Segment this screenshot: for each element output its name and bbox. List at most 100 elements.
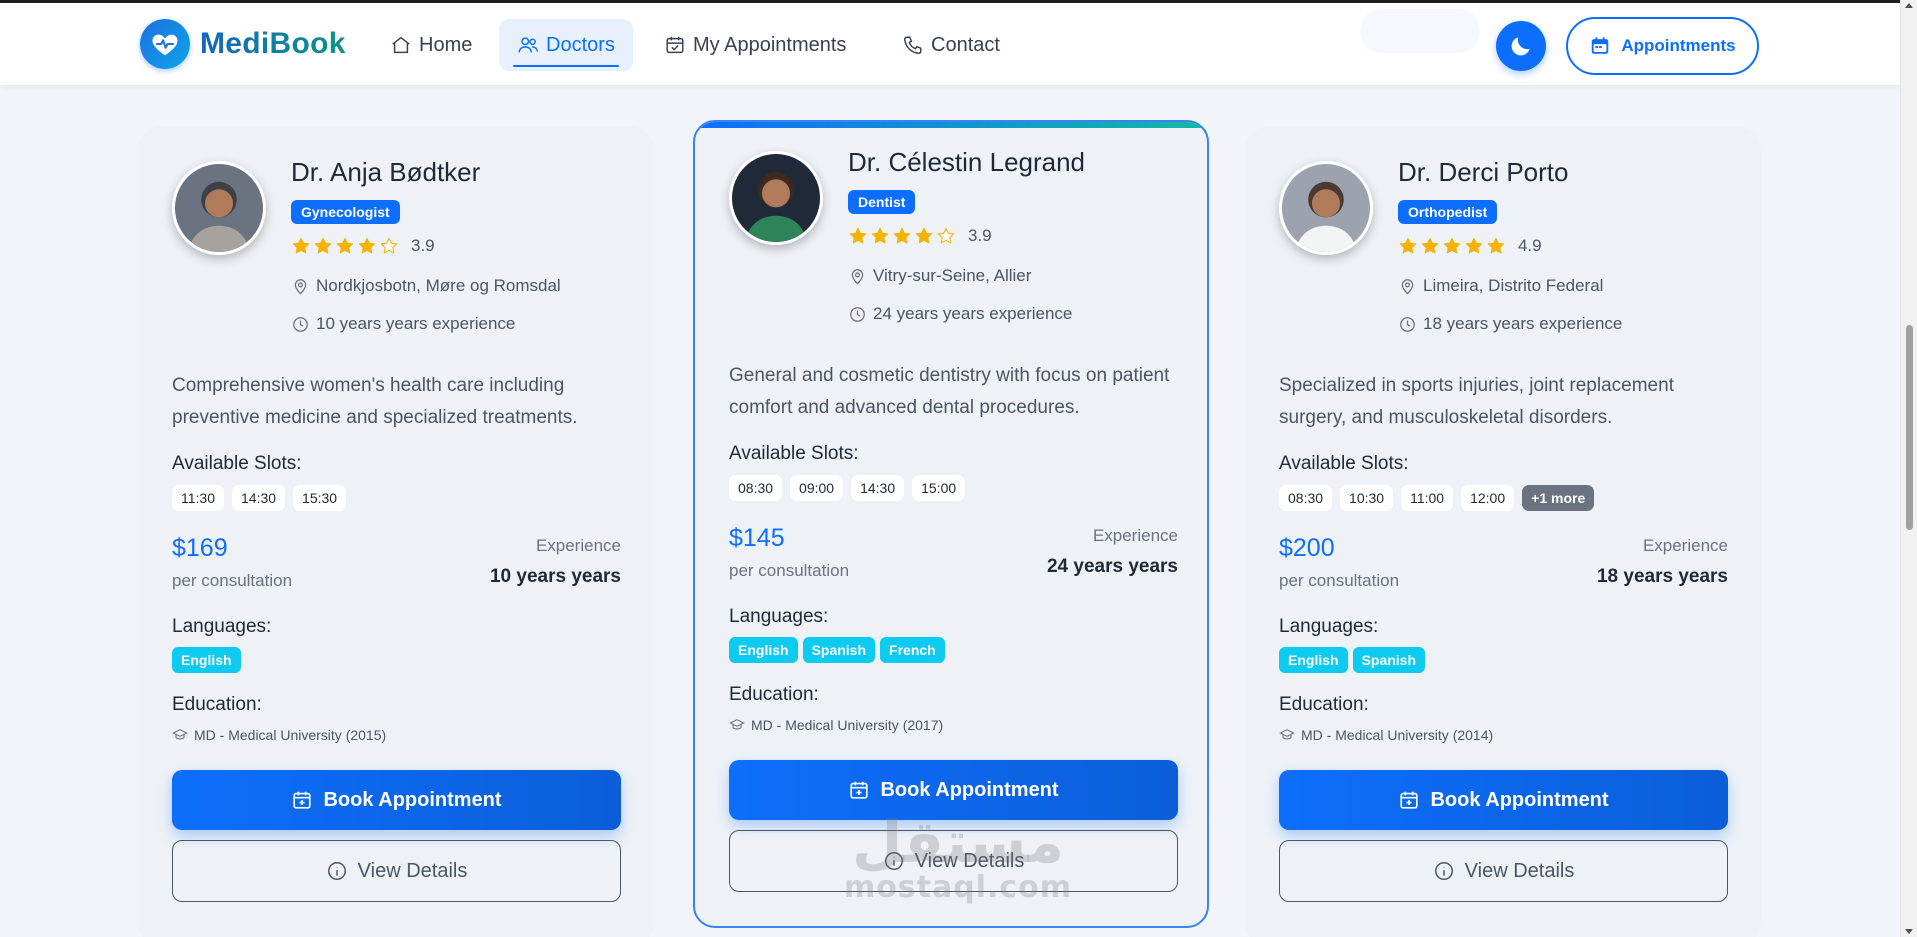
education-label: Education: (729, 684, 819, 705)
experience-value: 18 years years (1596, 566, 1728, 587)
nav-home-label: Home (419, 33, 473, 56)
doctor-name: Dr. Anja Bødtker (291, 157, 481, 187)
brand-name: MediBook (200, 27, 346, 60)
slot-list: 11:30 14:30 15:30 (172, 485, 347, 511)
language-badge: English (172, 647, 241, 673)
consultation-price: $169 (172, 534, 228, 562)
language-badge: English (729, 637, 798, 663)
star-icon (1487, 237, 1505, 254)
watermark-arabic: مستقل (851, 808, 1065, 876)
time-slot[interactable]: 12:00 (1461, 485, 1515, 511)
specialty-badge: Dentist (848, 190, 916, 214)
time-slot[interactable]: 11:30 (172, 485, 224, 511)
doctor-card: Dr. Anja Bødtker Gynecologist 3.9 Nordkj… (138, 126, 654, 937)
experience-line: 24 years years experience (848, 304, 1072, 324)
available-slots-label: Available Slots: (1279, 453, 1409, 474)
rating: 3.9 (291, 236, 435, 256)
calendar-plus-icon (850, 781, 869, 799)
star-icon (292, 237, 310, 254)
calendar-plus-icon (1400, 791, 1419, 809)
star-icon (1465, 237, 1483, 254)
more-slots-badge[interactable]: +1 more (1522, 485, 1595, 511)
star-icon (849, 227, 867, 244)
time-slot[interactable]: 14:30 (232, 485, 286, 511)
nav-contact[interactable]: Contact (884, 19, 1018, 71)
nav-home[interactable]: Home (372, 19, 490, 71)
heart-logo-icon (140, 19, 190, 69)
view-details-button[interactable]: View Details (172, 840, 621, 902)
map-pin-icon (1401, 278, 1414, 295)
nav-doctors[interactable]: Doctors (499, 19, 633, 71)
available-slots-label: Available Slots: (172, 453, 302, 474)
view-details-label: View Details (1464, 859, 1575, 882)
experience-line-text: 18 years years experience (1423, 314, 1623, 333)
nav-my-appointments[interactable]: My Appointments (646, 19, 864, 71)
education-label: Education: (1279, 694, 1369, 715)
time-slot[interactable]: 15:30 (293, 485, 347, 511)
language-badge: Spanish (802, 637, 876, 663)
specialty-badge: Gynecologist (291, 200, 400, 224)
page-scrollbar[interactable] (1900, 0, 1917, 937)
scroll-up-arrow-icon[interactable] (1905, 3, 1913, 8)
language-list: English Spanish French (729, 637, 945, 663)
slot-list: 08:30 10:30 11:00 12:00 +1 more (1279, 485, 1595, 511)
experience-label: Experience (535, 536, 621, 555)
time-slot[interactable]: 11:00 (1401, 485, 1454, 511)
consultation-price: $145 (729, 524, 785, 552)
scrollbar-thumb[interactable] (1906, 325, 1913, 530)
moon-icon (1511, 37, 1530, 56)
clock-icon (1400, 316, 1415, 332)
experience-line: 10 years years experience (291, 314, 515, 334)
doctor-name: Dr. Célestin Legrand (848, 147, 1086, 177)
star-icon (871, 227, 889, 244)
doctor-description: Specialized in sports injuries, joint re… (1279, 375, 1674, 428)
calendar-plus-icon (293, 791, 312, 809)
languages-label: Languages: (729, 606, 829, 627)
star-icon (358, 237, 376, 254)
time-slot[interactable]: 10:30 (1340, 485, 1394, 511)
appointments-button[interactable]: Appointments (1566, 17, 1759, 75)
view-details-label: View Details (357, 859, 468, 882)
consultation-price: $200 (1279, 534, 1335, 562)
rating-value: 3.9 (411, 236, 435, 255)
star-icon (1399, 237, 1417, 254)
star-icon (893, 227, 911, 244)
time-slot[interactable]: 09:00 (790, 475, 844, 501)
star-icon (1443, 237, 1461, 254)
education-label: Education: (172, 694, 262, 715)
languages-label: Languages: (172, 616, 272, 637)
theme-toggle-button[interactable] (1496, 21, 1546, 71)
view-details-button[interactable]: View Details (1279, 840, 1728, 902)
location: Nordkjosbotn, Møre og Romsdal (291, 276, 561, 296)
graduation-cap-icon (729, 719, 745, 730)
per-consultation-label: per consultation (172, 571, 293, 590)
doctor-avatar (1279, 161, 1373, 255)
time-slot[interactable]: 08:30 (729, 475, 783, 501)
appointments-button-label: Appointments (1621, 36, 1736, 55)
time-slot[interactable]: 08:30 (1279, 485, 1333, 511)
navbar: MediBook Home Doctors My Appointments Co… (0, 3, 1900, 85)
active-tab-underline (513, 65, 619, 67)
nav-contact-label: Contact (931, 33, 1000, 56)
doctor-card: Dr. Derci Porto Orthopedist 4.9 Limeira,… (1245, 126, 1761, 937)
experience-line-text: 24 years years experience (873, 304, 1073, 323)
per-consultation-label: per consultation (729, 561, 850, 580)
home-icon (392, 36, 410, 54)
info-icon (1434, 862, 1453, 880)
book-appointment-button[interactable]: Book Appointment (1279, 770, 1728, 830)
book-appointment-label: Book Appointment (1430, 788, 1609, 811)
scroll-down-arrow-icon[interactable] (1905, 929, 1913, 934)
watermark: مستقل mostaql.com (838, 812, 1078, 904)
graduation-cap-icon (1279, 729, 1295, 740)
clock-icon (293, 316, 308, 332)
experience-line-text: 10 years years experience (316, 314, 516, 333)
clock-icon (850, 306, 865, 322)
experience-label: Experience (1092, 526, 1178, 545)
brand[interactable]: MediBook (140, 19, 346, 69)
time-slot[interactable]: 14:30 (851, 475, 905, 501)
book-appointment-button[interactable]: Book Appointment (172, 770, 621, 830)
time-slot[interactable]: 15:00 (912, 475, 966, 501)
rating: 4.9 (1398, 236, 1542, 256)
nav-my-appointments-label: My Appointments (693, 33, 847, 56)
language-list: English Spanish (1279, 647, 1426, 673)
